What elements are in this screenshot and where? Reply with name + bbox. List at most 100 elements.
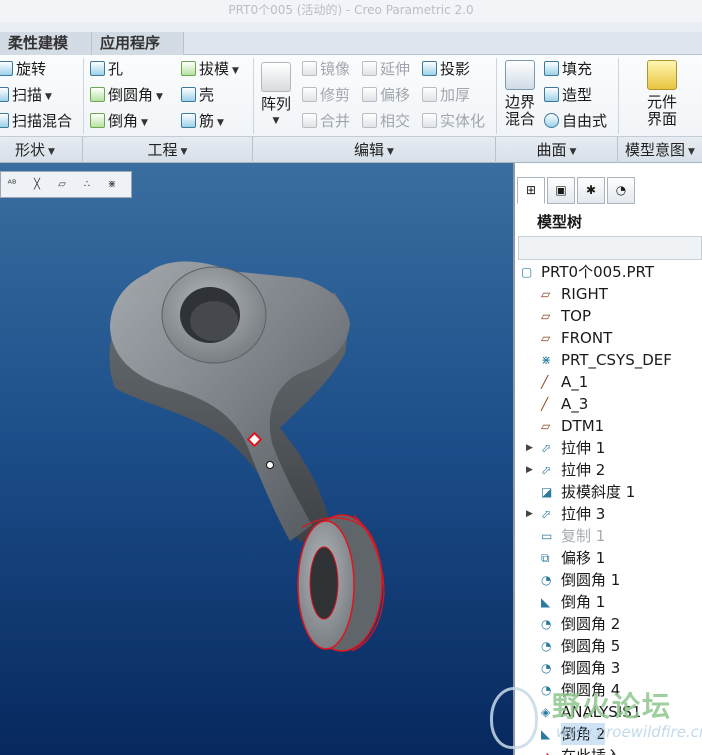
group-editing[interactable]: 编辑 ▼	[253, 137, 496, 163]
tree-item-label: 倒圆角 3	[561, 659, 621, 677]
tree-item-label: A_3	[561, 395, 589, 413]
tab-applications[interactable]: 应用程序	[92, 32, 184, 55]
datum-plane-icon: ▱	[541, 309, 551, 323]
tree-item[interactable]: ▱ FRONT	[515, 327, 702, 349]
chamfer-button[interactable]: 倒角 ▼	[90, 110, 148, 132]
boundary-blend-icon	[505, 60, 535, 90]
tree-item-label: 倒圆角 5	[561, 637, 621, 655]
tree-item[interactable]: ╱ A_3	[515, 393, 702, 415]
sweep-icon	[0, 87, 9, 102]
tree-item[interactable]: ▶ ⬀ 拉伸 1	[515, 437, 702, 459]
rib-icon	[181, 113, 196, 128]
group-engineering[interactable]: 工程 ▼	[83, 137, 253, 163]
tree-item-label: PRT0个005.PRT	[541, 263, 655, 281]
project-button[interactable]: 投影	[422, 58, 470, 80]
style-button[interactable]: 造型	[544, 84, 592, 106]
extend-icon	[362, 61, 377, 76]
ribbon-divider	[496, 58, 497, 134]
tree-item-label: 拉伸 3	[561, 505, 606, 523]
datum-point-marker[interactable]	[266, 461, 274, 469]
sweep-button[interactable]: 扫描 ▼	[0, 84, 52, 106]
dropdown-arrow-icon: ▼	[180, 147, 188, 157]
forum-watermark: 野火论坛 www.proewildfire.cn	[486, 683, 702, 755]
part-icon: ▢	[521, 265, 533, 279]
tree-item-label: 复制 1	[561, 527, 606, 545]
favorites-tab-icon[interactable]: ✱	[577, 177, 605, 204]
tab-flexible-modeling[interactable]: 柔性建模	[0, 32, 92, 55]
model-tree-filter-bar[interactable]	[518, 236, 702, 260]
watermark-text: 野火论坛	[552, 690, 673, 723]
tree-item[interactable]: ◪ 拔模斜度 1	[515, 481, 702, 503]
tree-item[interactable]: ◔ 倒圆角 5	[515, 635, 702, 657]
solidify-button[interactable]: 实体化	[422, 110, 485, 132]
tree-item-label: 倒角 1	[561, 593, 606, 611]
tree-item[interactable]: ▶ ⬀ 拉伸 2	[515, 459, 702, 481]
tree-item-label: RIGHT	[561, 285, 608, 303]
extrude-icon: ⬀	[541, 507, 552, 521]
tree-item[interactable]: ◣ 倒角 1	[515, 591, 702, 613]
tree-item-label: DTM1	[561, 417, 605, 435]
round-icon: ◔	[541, 639, 552, 653]
mirror-button[interactable]: 镜像	[302, 58, 350, 80]
folder-browser-tab-icon[interactable]: ▣	[547, 177, 575, 204]
component-interface-button[interactable]: 元件 界面	[642, 60, 682, 128]
expand-arrow-icon[interactable]: ▶	[526, 459, 533, 481]
tree-item[interactable]: ◔ 倒圆角 3	[515, 657, 702, 679]
revolve-icon	[0, 61, 13, 76]
offset-icon: ⧉	[541, 551, 550, 565]
tree-item[interactable]: ▱ TOP	[515, 305, 702, 327]
fill-button[interactable]: 填充	[544, 58, 592, 80]
navigator-tabs: ⊞ ▣ ✱ ◔	[515, 177, 702, 205]
puzzle-icon	[647, 60, 677, 90]
revolve-button[interactable]: 旋转	[0, 58, 46, 80]
expand-arrow-icon[interactable]: ▶	[526, 437, 533, 459]
graphics-viewport[interactable]: ᴬᴮ ╳ ▱ ∴ ⋇	[0, 163, 513, 755]
offset-button[interactable]: 偏移	[362, 84, 410, 106]
hole-button[interactable]: 孔	[90, 58, 123, 80]
expand-arrow-icon[interactable]: ▶	[526, 503, 533, 525]
trim-icon	[302, 87, 317, 102]
group-shape[interactable]: 形状 ▼	[0, 137, 83, 163]
model-tree-title: 模型树	[537, 213, 583, 231]
solidify-icon	[422, 113, 437, 128]
tree-item[interactable]: ⧉ 偏移 1	[515, 547, 702, 569]
model-tree-tab-icon[interactable]: ⊞	[517, 177, 545, 204]
swept-blend-button[interactable]: 扫描混合	[0, 110, 72, 132]
draft-button[interactable]: 拔模 ▼	[181, 58, 239, 80]
ribbon-tab-bar: 柔性建模 应用程序	[0, 32, 702, 55]
tree-item[interactable]: ⋇ PRT_CSYS_DEF	[515, 349, 702, 371]
thicken-button[interactable]: 加厚	[422, 84, 470, 106]
extrude-icon: ⬀	[541, 463, 552, 477]
trim-button[interactable]: 修剪	[302, 84, 350, 106]
extend-button[interactable]: 延伸	[362, 58, 410, 80]
merge-button[interactable]: 合并	[302, 110, 350, 132]
tree-item[interactable]: ◔ 倒圆角 1	[515, 569, 702, 591]
tree-item[interactable]: ▱ DTM1	[515, 415, 702, 437]
intersect-icon	[362, 113, 377, 128]
intersect-button[interactable]: 相交	[362, 110, 410, 132]
tree-item[interactable]: ▶ ⬀ 拉伸 3	[515, 503, 702, 525]
hole-icon	[90, 61, 105, 76]
group-model-intent[interactable]: 模型意图 ▼	[618, 137, 702, 163]
group-surfaces[interactable]: 曲面 ▼	[496, 137, 618, 163]
dropdown-arrow-icon: ▼	[45, 92, 52, 102]
tree-item[interactable]: ╱ A_1	[515, 371, 702, 393]
boundary-blend-button[interactable]: 边界 混合	[500, 60, 540, 128]
dropdown-arrow-icon: ▼	[48, 147, 55, 157]
tree-item[interactable]: ◔ 倒圆角 2	[515, 613, 702, 635]
lower-bore-hole	[309, 546, 339, 620]
history-tab-icon[interactable]: ◔	[607, 177, 635, 204]
tree-item[interactable]: ▢ PRT0个005.PRT	[515, 261, 702, 283]
dropdown-arrow-icon: ▼	[387, 147, 394, 157]
pattern-button[interactable]: 阵列 ▼	[258, 62, 294, 130]
tree-item[interactable]: ▭ 复制 1	[515, 525, 702, 547]
shell-button[interactable]: 壳	[181, 84, 214, 106]
round-button[interactable]: 倒圆角 ▼	[90, 84, 163, 106]
draft-icon: ◪	[541, 485, 553, 499]
round-icon	[90, 87, 105, 102]
freeform-button[interactable]: 自由式	[544, 110, 607, 132]
shell-icon	[181, 87, 196, 102]
3d-part-model[interactable]	[0, 163, 513, 755]
tree-item[interactable]: ▱ RIGHT	[515, 283, 702, 305]
rib-button[interactable]: 筋 ▼	[181, 110, 224, 132]
